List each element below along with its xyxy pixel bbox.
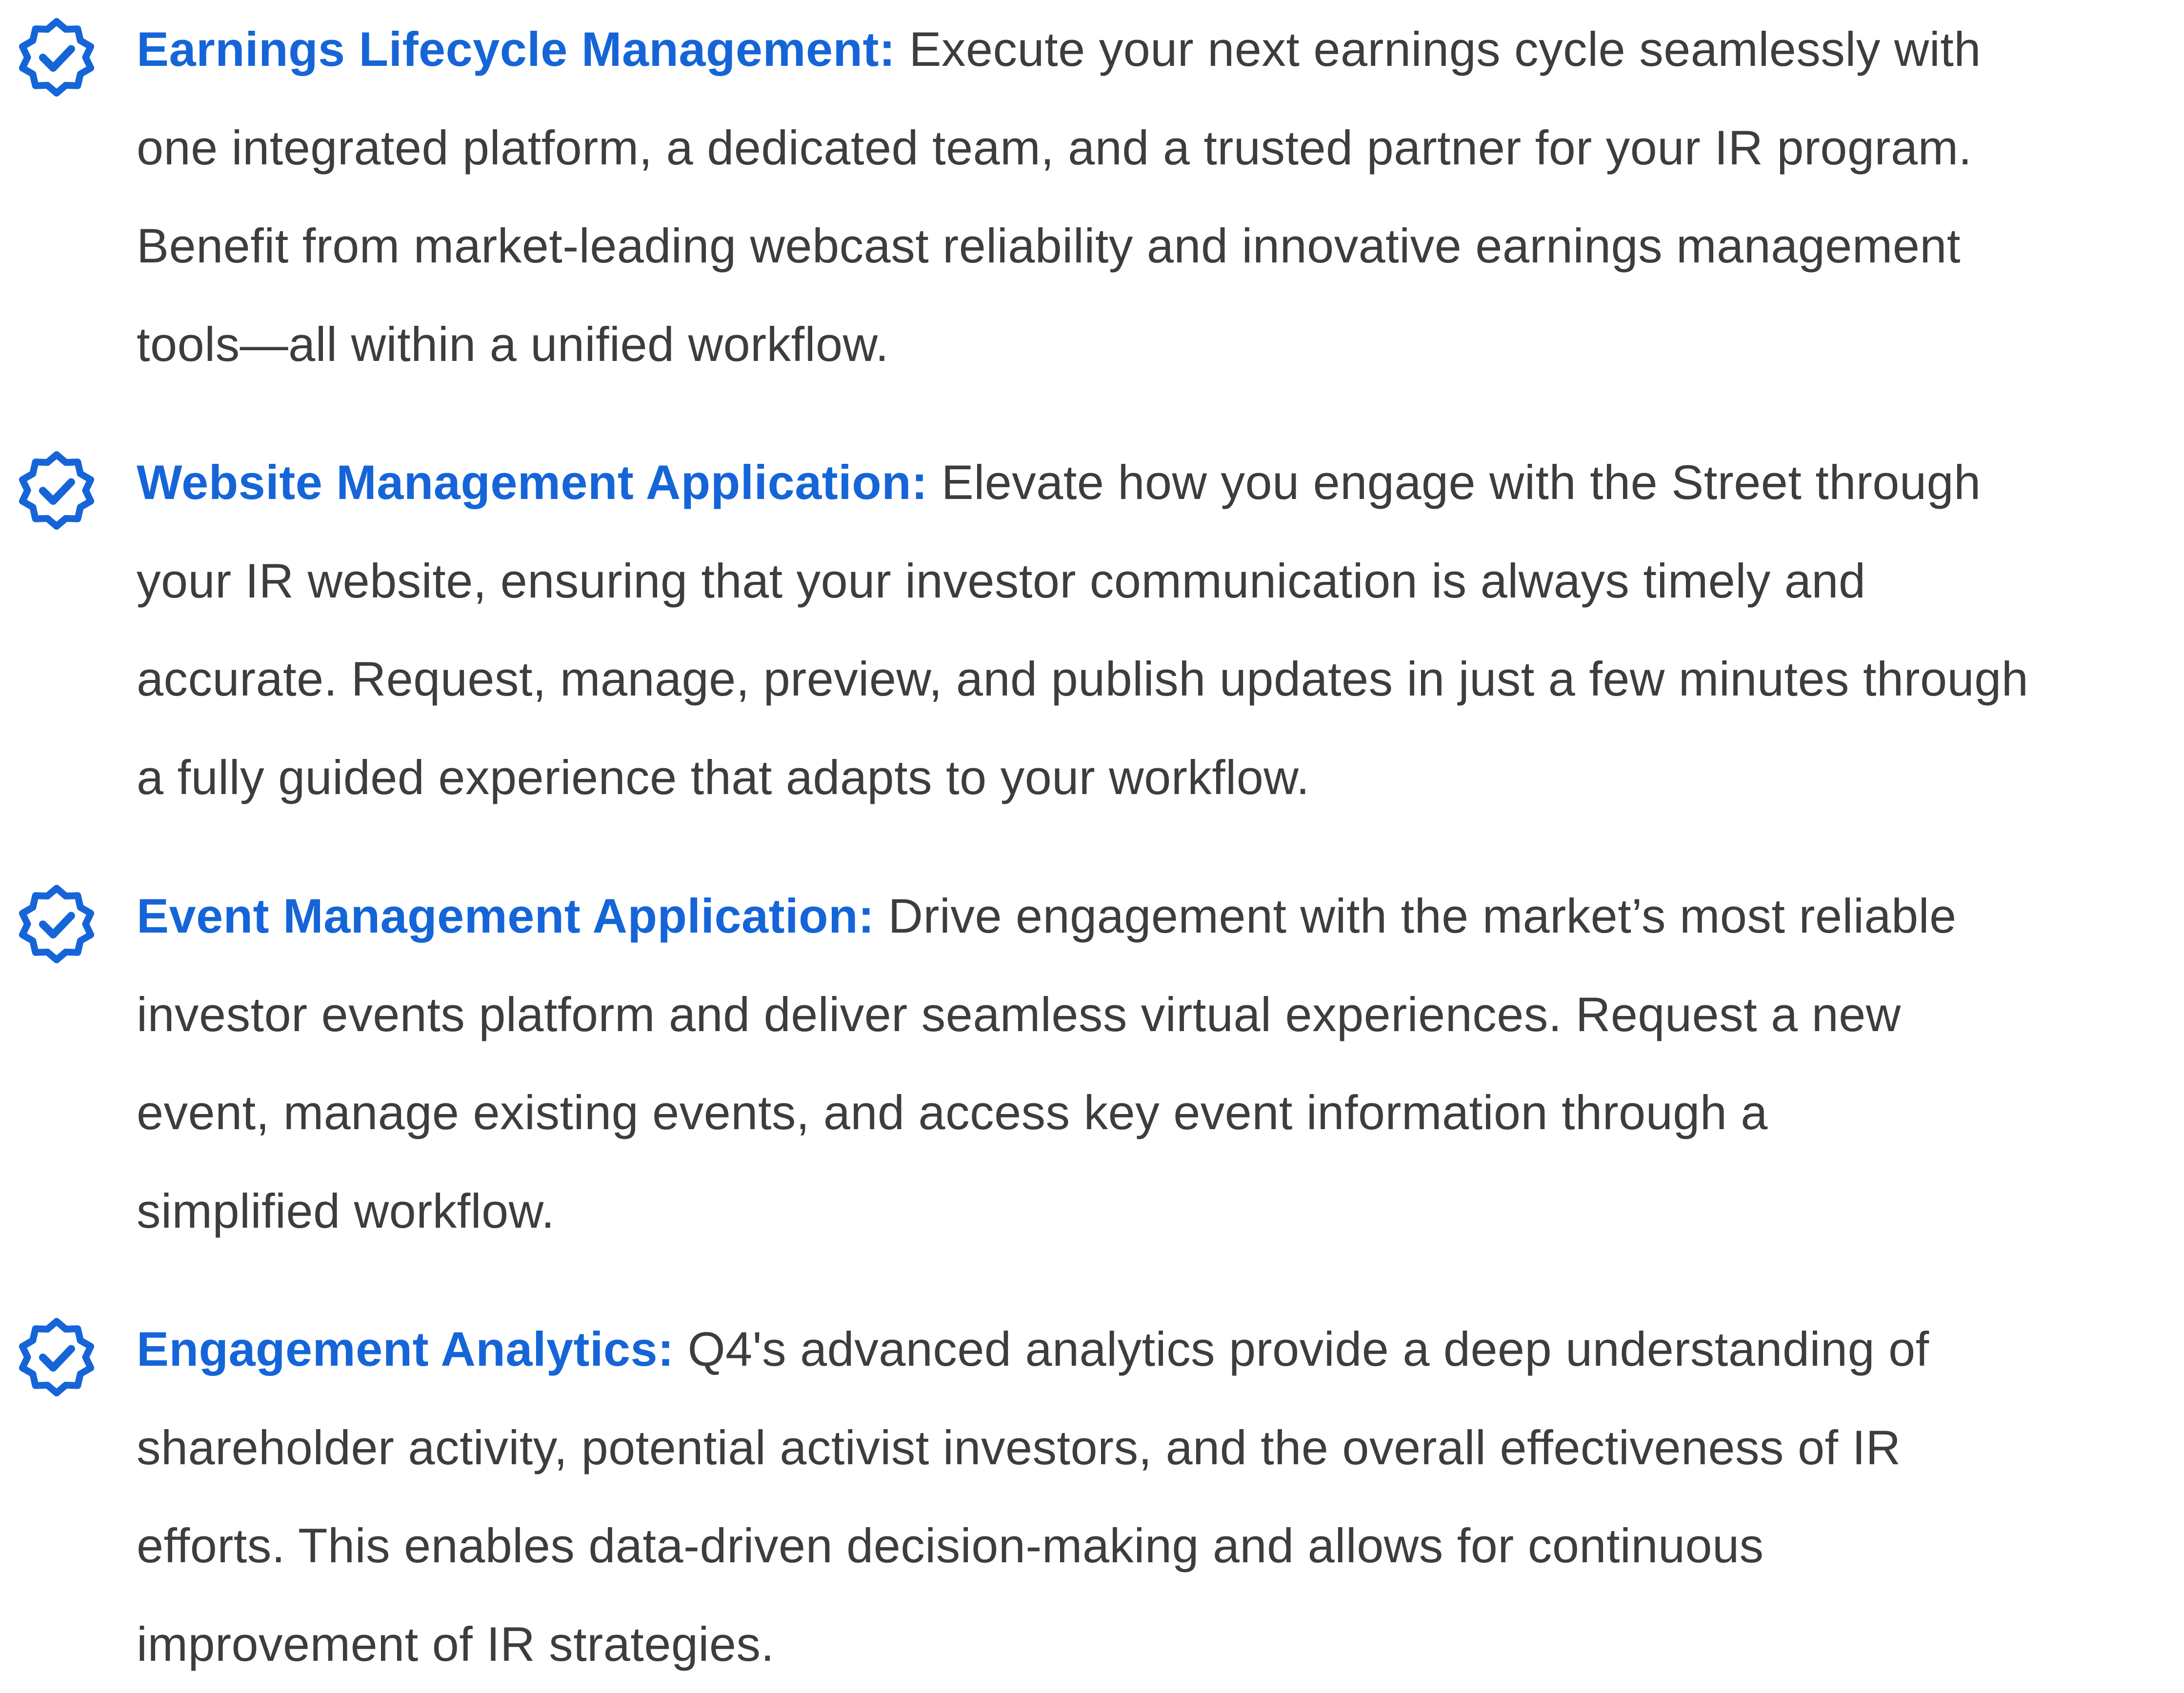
feature-line-3: Benefit from market-leading webcast reli… (137, 197, 2181, 295)
feature-title: Earnings Lifecycle Management: (137, 22, 895, 76)
verified-badge-check-icon (14, 448, 100, 534)
feature-line-3: event, manage existing events, and acces… (137, 1063, 2181, 1162)
feature-line-3: efforts. This enables data-driven decisi… (137, 1496, 2181, 1595)
feature-line-4: a fully guided experience that adapts to… (137, 728, 2181, 827)
feature-line-2: investor events platform and deliver sea… (137, 965, 2181, 1064)
feature-line-text: Execute your next earnings cycle seamles… (909, 22, 1981, 76)
feature-title: Website Management Application: (137, 455, 928, 509)
feature-line-4: improvement of IR strategies. (137, 1595, 2181, 1693)
verified-badge-check-icon (14, 15, 100, 100)
feature-description: Event Management Application: Drive enga… (137, 867, 2181, 1260)
feature-line-2: shareholder activity, potential activist… (137, 1398, 2181, 1497)
feature-description: Earnings Lifecycle Management: Execute y… (137, 0, 2181, 393)
feature-line-3: accurate. Request, manage, preview, and … (137, 630, 2181, 728)
feature-line-text: Drive engagement with the market’s most … (888, 889, 1957, 943)
feature-line-4: simplified workflow. (137, 1162, 2181, 1260)
feature-description: Website Management Application: Elevate … (137, 433, 2181, 826)
feature-line-1: Engagement Analytics: Q4's advanced anal… (137, 1300, 2181, 1398)
verified-badge-check-icon (14, 1315, 100, 1400)
feature-line-1: Website Management Application: Elevate … (137, 433, 2181, 532)
feature-line-4: tools—all within a unified workflow. (137, 295, 2181, 394)
feature-line-2: one integrated platform, a dedicated tea… (137, 99, 2181, 197)
feature-line-text: Elevate how you engage with the Street t… (942, 455, 1981, 509)
feature-title: Event Management Application: (137, 889, 875, 943)
feature-title: Engagement Analytics: (137, 1322, 674, 1376)
feature-description: Engagement Analytics: Q4's advanced anal… (137, 1300, 2181, 1693)
feature-line-text: Q4's advanced analytics provide a deep u… (688, 1322, 1929, 1376)
feature-line-2: your IR website, ensuring that your inve… (137, 532, 2181, 630)
verified-badge-check-icon (14, 881, 100, 967)
feature-line-1: Event Management Application: Drive enga… (137, 867, 2181, 965)
feature-line-1: Earnings Lifecycle Management: Execute y… (137, 0, 2181, 99)
